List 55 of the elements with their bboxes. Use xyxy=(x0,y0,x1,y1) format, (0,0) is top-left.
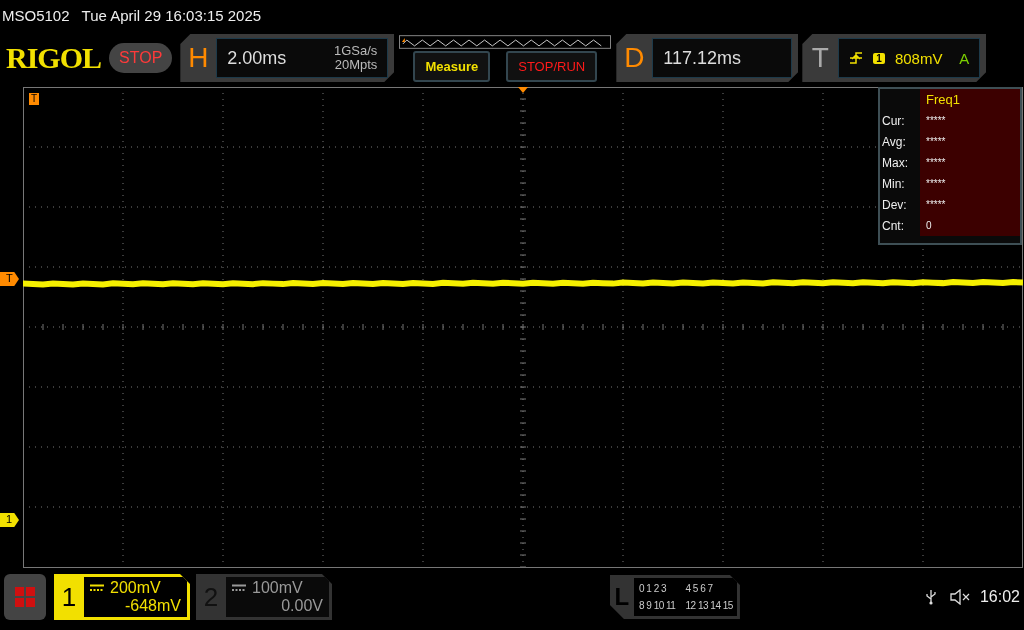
run-state-badge: STOP xyxy=(109,43,173,73)
channel-offset: -648mV xyxy=(124,597,181,614)
stat-label: Avg: xyxy=(881,134,907,149)
stat-value: ***** xyxy=(926,178,946,189)
trigger-label: T xyxy=(810,42,830,74)
stat-value: ***** xyxy=(926,157,946,168)
clock-time: 16:02 xyxy=(979,588,1020,606)
sample-rate: 1GSa/s xyxy=(333,44,378,58)
trigger-position-icon xyxy=(518,87,528,93)
date-time: Tue April 29 16:03:15 2025 xyxy=(81,7,262,24)
trigger-level-marker[interactable]: T xyxy=(0,272,19,286)
stat-value: 0 xyxy=(926,220,932,231)
dc-coupling-icon xyxy=(90,584,104,592)
channel-marker[interactable]: 1 xyxy=(0,513,19,527)
trigger-source-badge: 1 xyxy=(873,52,885,64)
menu-button[interactable] xyxy=(4,574,46,620)
trigger-panel[interactable]: T 1 808mV A xyxy=(802,34,987,82)
measure-button[interactable]: Measure xyxy=(413,50,491,82)
horizontal-panel[interactable]: H 2.00ms 1GSa/s 20Mpts xyxy=(180,34,395,82)
logic-channels: 4 5 6 7 xyxy=(685,582,714,596)
logic-channels: 12 13 14 15 xyxy=(685,599,734,613)
rising-edge-icon xyxy=(849,51,864,65)
horizontal-label: H xyxy=(187,42,210,74)
waveform-overview-icon xyxy=(399,34,612,49)
stat-label: Cur: xyxy=(881,113,906,128)
delay-value: 117.12ms xyxy=(663,47,742,69)
stat-label: Dev: xyxy=(881,197,908,212)
speaker-muted-icon xyxy=(949,589,970,605)
channel-offset: 0.00V xyxy=(281,597,323,614)
trigger-position-marker[interactable]: T xyxy=(29,93,40,105)
stat-label: Max: xyxy=(881,155,909,170)
trigger-level: 808mV xyxy=(894,49,943,67)
memory-depth: 20Mpts xyxy=(334,58,378,72)
model-name: MSO5102 xyxy=(2,7,70,24)
stat-label: Cnt: xyxy=(881,218,905,233)
logic-channels: 8 9 10 11 xyxy=(638,599,677,613)
delay-label: D xyxy=(623,42,646,74)
grid-icon xyxy=(14,586,36,608)
stat-value: ***** xyxy=(926,115,946,126)
channel-scale: 100mV xyxy=(252,579,303,597)
delay-panel[interactable]: D 117.12ms xyxy=(616,34,799,82)
stop-run-button[interactable]: STOP/RUN xyxy=(506,50,598,82)
trigger-mode: A xyxy=(959,49,970,67)
timebase-value: 2.00ms xyxy=(227,47,287,69)
stat-value: ***** xyxy=(926,136,946,147)
dc-coupling-icon xyxy=(232,584,246,592)
usb-icon xyxy=(925,589,936,605)
stat-value: ***** xyxy=(926,199,946,210)
brand-logo: RIGOL xyxy=(6,41,102,75)
channel-panel[interactable]: 1 200mV -648mV xyxy=(54,574,190,620)
measurement-title: Freq1 xyxy=(926,92,960,107)
stat-label: Min: xyxy=(881,176,906,191)
channel-scale: 200mV xyxy=(110,579,161,597)
channel-number: 1 xyxy=(60,581,78,613)
logic-channels: 0 1 2 3 xyxy=(638,582,668,596)
